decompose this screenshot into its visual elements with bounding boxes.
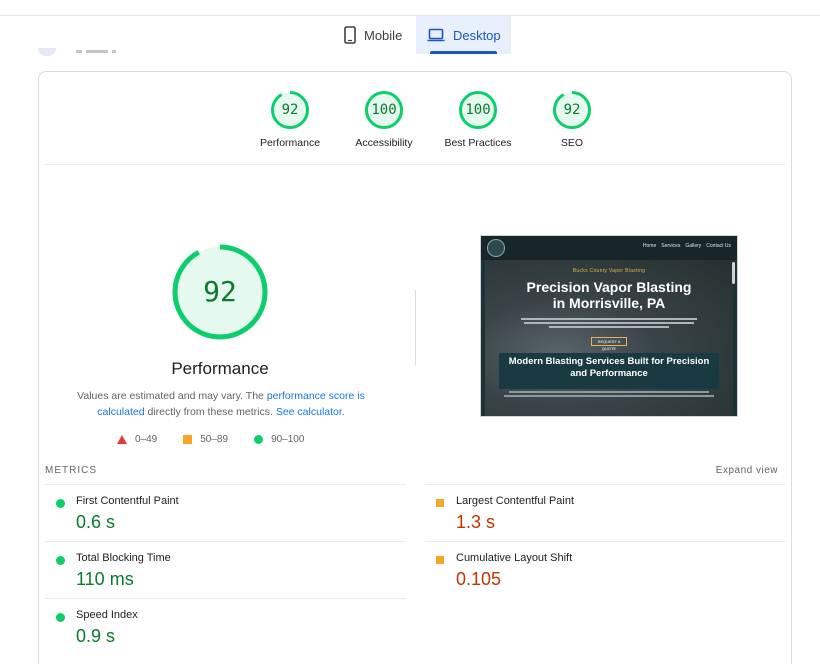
- triangle-icon: [117, 435, 127, 444]
- screenshot-nav-item: Services: [661, 243, 681, 249]
- desc-text: Values are estimated and may vary. The: [77, 390, 267, 402]
- cutoff-text: [76, 50, 136, 54]
- metric-divider: [425, 484, 786, 485]
- screenshot-heading: Precision Vapor Blasting in Morrisville, …: [481, 279, 737, 311]
- performance-title: Performance: [171, 359, 269, 378]
- metric-divider: [425, 541, 786, 542]
- category-gauges: 92 Performance 100 Accessibility 100 Bes…: [243, 90, 619, 149]
- circle-icon: [254, 435, 264, 444]
- vertical-divider: [415, 290, 416, 365]
- screenshot-menu: Home Services Gallery Contact Us: [643, 243, 731, 249]
- gauge-seo[interactable]: 92 SEO: [525, 90, 619, 149]
- metric-name: Largest Contentful Paint: [456, 495, 575, 507]
- performance-score: 92: [203, 275, 237, 308]
- legend-pass-label: 90–100: [271, 434, 305, 445]
- screenshot-heading-line: in Morrisville, PA: [552, 295, 666, 311]
- screenshot-subheading-line: Modern Blasting Services Built for Preci…: [508, 356, 710, 367]
- tab-mobile[interactable]: Mobile: [330, 16, 416, 54]
- report-card: 92 Performance 100 Accessibility 100 Bes…: [38, 71, 792, 664]
- metric-divider: [45, 598, 406, 599]
- expand-view-toggle[interactable]: Expand view: [716, 465, 778, 476]
- gauge-ring: 100: [458, 90, 498, 130]
- average-square-icon: [436, 556, 444, 564]
- metric-value: 110 ms: [76, 569, 134, 589]
- metric-divider: [45, 484, 406, 485]
- tab-desktop-label: Desktop: [452, 27, 501, 43]
- gauge-ring: 92: [552, 90, 592, 130]
- laptop-icon: [427, 28, 445, 42]
- screenshot-navbar: Home Services Gallery Contact Us: [481, 236, 737, 260]
- metric-divider: [45, 541, 406, 542]
- legend-fail-label: 0–49: [135, 434, 158, 445]
- gauge-accessibility[interactable]: 100 Accessibility: [337, 90, 431, 149]
- gauge-score: 92: [563, 102, 581, 118]
- screenshot-cta-button: REQUEST A QUOTE: [591, 337, 627, 351]
- desc-text: directly from these metrics.: [144, 406, 276, 418]
- legend-pass: 90–100: [254, 434, 304, 445]
- gauge-best-practices[interactable]: 100 Best Practices: [431, 90, 525, 149]
- gauge-score: 92: [281, 102, 299, 118]
- screenshot-subheading: Modern Blasting Services Built for Preci…: [481, 356, 737, 380]
- metrics-heading: METRICS: [45, 465, 97, 476]
- cutoff-avatar: [38, 48, 56, 56]
- tab-mobile-label: Mobile: [364, 27, 403, 43]
- site-logo-icon: [487, 239, 505, 257]
- pass-circle-icon: [56, 613, 65, 622]
- gauge-label: Accessibility: [355, 137, 413, 149]
- gauge-score: 100: [465, 102, 491, 118]
- screenshot-nav-item: Gallery: [685, 243, 702, 249]
- screenshot-paragraph-lines: [501, 391, 717, 399]
- desc-text: .: [341, 406, 345, 418]
- device-tabs: Mobile Desktop: [330, 16, 512, 54]
- square-icon: [183, 435, 193, 444]
- final-screenshot[interactable]: Home Services Gallery Contact Us Bucks C…: [480, 235, 738, 417]
- gauges-divider: [45, 164, 785, 165]
- screenshot-nav-item: Home: [642, 243, 657, 249]
- gauge-label: Performance: [259, 137, 321, 149]
- metric-name: First Contentful Paint: [76, 495, 179, 507]
- pass-circle-icon: [56, 556, 65, 565]
- mobile-phone-icon: [344, 26, 356, 44]
- gauge-score: 100: [371, 102, 397, 118]
- screenshot-subheading-line: and Performance: [570, 368, 648, 379]
- pass-circle-icon: [56, 499, 65, 508]
- performance-description: Values are estimated and may vary. The p…: [77, 388, 365, 420]
- legend-average-label: 50–89: [200, 434, 229, 445]
- gauge-label: Best Practices: [444, 137, 512, 149]
- screenshot-nav-item: Contact Us: [706, 243, 731, 249]
- score-legend: 0–49 50–89 90–100: [117, 434, 330, 445]
- metric-name: Total Blocking Time: [76, 552, 171, 564]
- metric-name: Cumulative Layout Shift: [456, 552, 573, 564]
- legend-fail: 0–49: [117, 434, 157, 445]
- gauge-ring: 92: [270, 90, 310, 130]
- metric-name: Speed Index: [76, 609, 138, 621]
- gauge-performance[interactable]: 92 Performance: [243, 90, 337, 149]
- legend-average: 50–89: [183, 434, 228, 445]
- screenshot-heading-line: Precision Vapor Blasting: [526, 279, 692, 295]
- metric-value: 0.9 s: [76, 626, 116, 646]
- metric-value: 0.6 s: [76, 512, 116, 532]
- screenshot-kicker: Bucks County Vapor Blasting: [572, 268, 646, 274]
- metric-value: 0.105: [456, 569, 502, 589]
- gauge-ring: 100: [364, 90, 404, 130]
- screenshot-body-lines: [519, 318, 699, 330]
- see-calculator-link[interactable]: See calculator: [276, 406, 342, 418]
- metric-value: 1.3 s: [456, 512, 496, 532]
- performance-score-gauge: 92: [172, 244, 268, 340]
- tab-desktop[interactable]: Desktop: [416, 16, 512, 54]
- gauge-label: SEO: [560, 137, 584, 149]
- average-square-icon: [436, 499, 444, 507]
